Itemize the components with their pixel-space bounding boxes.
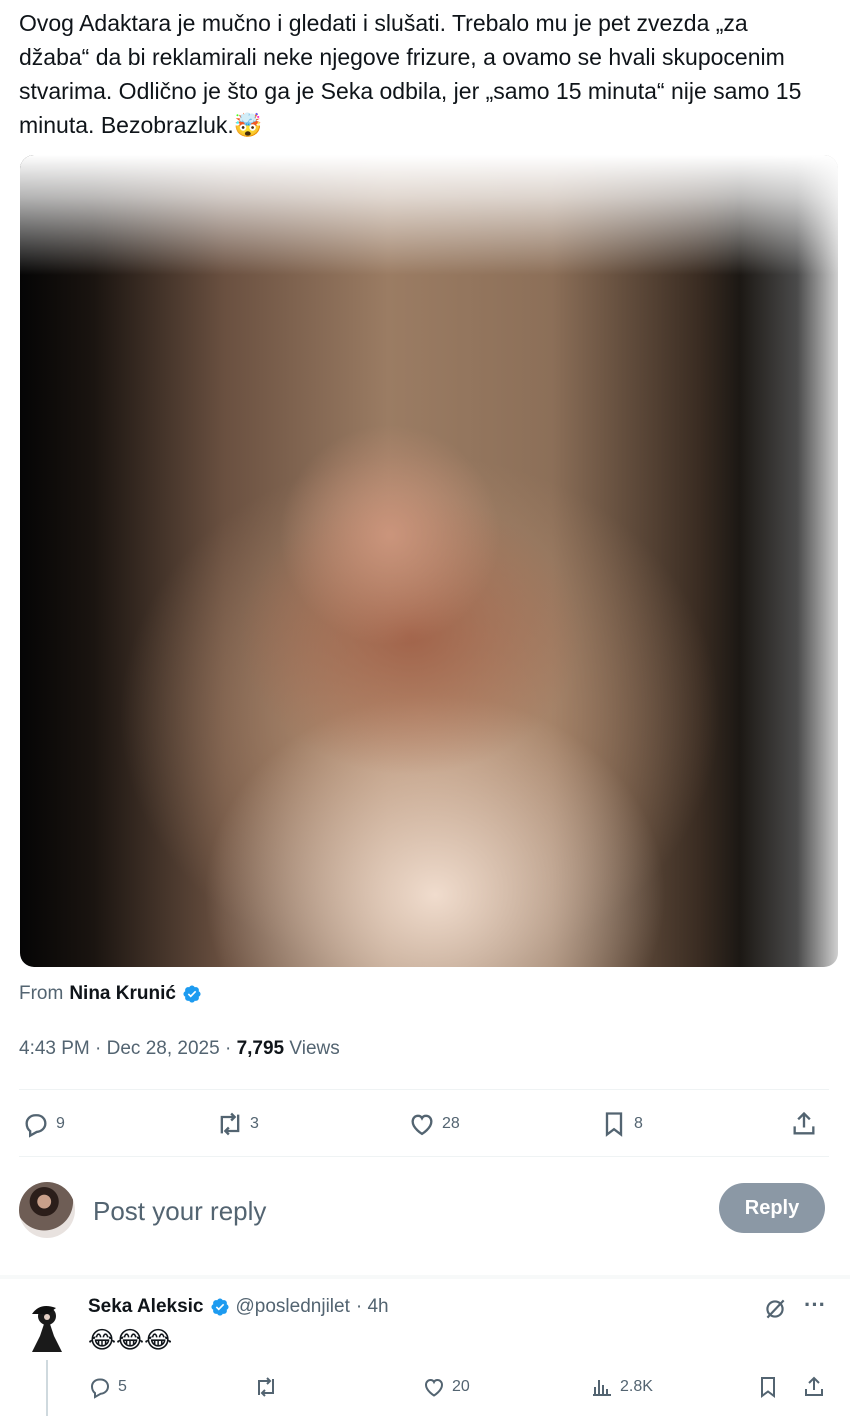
avatar[interactable]	[22, 1294, 72, 1354]
reply-count: 5	[118, 1378, 127, 1395]
more-icon[interactable]: ···	[802, 1294, 828, 1322]
like-action[interactable]: 28	[408, 1104, 460, 1144]
media-top-fade	[20, 155, 838, 275]
repost-action[interactable]	[254, 1372, 284, 1402]
tweet-video-media[interactable]	[20, 155, 838, 967]
verified-badge-icon	[210, 1298, 229, 1316]
section-divider	[0, 1275, 850, 1279]
repost-count: 3	[250, 1115, 259, 1132]
like-action[interactable]: 20	[422, 1372, 470, 1402]
views-icon	[593, 1380, 611, 1396]
reply-time[interactable]: · 4h	[356, 1296, 389, 1318]
like-count: 28	[442, 1115, 460, 1132]
bookmark-action[interactable]: 8	[600, 1104, 643, 1144]
views-count: 7,795	[236, 1038, 285, 1059]
reply-action[interactable]: 9	[22, 1104, 65, 1144]
thread-line	[46, 1360, 48, 1416]
share-action[interactable]	[802, 1372, 826, 1402]
repost-icon	[258, 1377, 274, 1397]
tweet-text: Ovog Adaktara je mučno i gledati i sluša…	[19, 10, 808, 138]
reply-button[interactable]: Reply	[719, 1183, 825, 1233]
share-icon	[805, 1376, 823, 1396]
reply-input[interactable]	[91, 1190, 655, 1232]
share-action[interactable]	[790, 1104, 818, 1144]
like-icon	[424, 1378, 444, 1397]
reply-icon	[90, 1378, 110, 1399]
from-attribution: From Nina Krunić	[19, 983, 202, 1005]
reply-author-name[interactable]: Seka Aleksic	[88, 1296, 204, 1318]
views-label: Views	[284, 1038, 340, 1059]
tweet-timestamp[interactable]: 4:43 PM · Dec 28, 2025 ·	[19, 1038, 237, 1059]
reply-header: Seka Aleksic @poslednjilet · 4h	[88, 1296, 389, 1318]
bookmark-action[interactable]	[756, 1372, 780, 1402]
reply-text: 😂😂😂	[88, 1327, 173, 1354]
reply-action[interactable]: 5	[88, 1372, 127, 1402]
from-prefix: From	[19, 983, 64, 1004]
divider	[19, 1089, 829, 1090]
bookmark-count: 8	[634, 1115, 643, 1132]
tweet-action-bar: 9 3 28 8	[22, 1104, 828, 1144]
divider	[19, 1156, 829, 1157]
share-icon	[793, 1111, 815, 1135]
like-count: 20	[452, 1378, 470, 1395]
views-count: 2.8K	[620, 1378, 653, 1395]
repost-icon	[220, 1112, 240, 1136]
like-icon	[411, 1114, 433, 1136]
avatar[interactable]	[19, 1182, 75, 1238]
reply-action-bar: 5 20 2.8K	[88, 1372, 828, 1402]
tweet-meta: 4:43 PM · Dec 28, 2025 · 7,795 Views	[19, 1038, 340, 1060]
bookmark-icon	[761, 1377, 775, 1398]
reply-composer: Reply	[19, 1180, 827, 1240]
from-author-link[interactable]: Nina Krunić	[69, 983, 176, 1005]
reply-icon	[25, 1114, 47, 1138]
bookmark-icon	[605, 1112, 623, 1137]
reply-tweet[interactable]: Seka Aleksic @poslednjilet · 4h ··· 😂😂😂 …	[0, 1280, 850, 1416]
views-action[interactable]: 2.8K	[590, 1372, 653, 1402]
grok-icon[interactable]	[762, 1296, 788, 1322]
reply-author-handle[interactable]: @poslednjilet	[236, 1296, 350, 1318]
reply-count: 9	[56, 1115, 65, 1132]
repost-action[interactable]: 3	[216, 1104, 259, 1144]
verified-badge-icon	[183, 985, 201, 1003]
